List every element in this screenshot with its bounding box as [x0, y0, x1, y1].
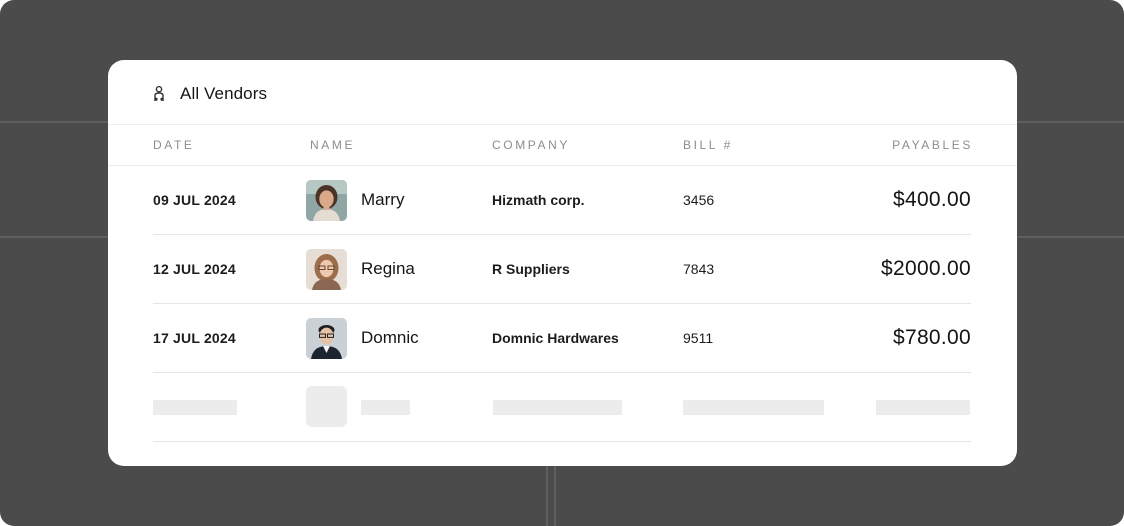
skeleton-row	[153, 373, 971, 442]
column-header-name[interactable]: NAME	[310, 138, 355, 152]
name-cell: Marry	[361, 190, 405, 209]
company-cell: Domnic Hardwares	[492, 330, 619, 346]
skeleton-bill	[683, 400, 824, 415]
payables-cell: $400.00	[892, 188, 971, 211]
table-row[interactable]: 12 JUL 2024 Regina R Suppliers 7843 $200…	[153, 235, 971, 304]
date-cell: 12 JUL 2024	[153, 261, 236, 277]
skeleton-name	[361, 400, 410, 415]
column-header-date[interactable]: DATE	[153, 138, 195, 152]
name-cell: Domnic	[361, 328, 419, 347]
table-row[interactable]: 17 JUL 2024 Domnic Domnic Hardwares 9511…	[153, 304, 971, 373]
column-header-payables[interactable]: PAYABLES	[892, 138, 973, 152]
page-title: All Vendors	[180, 84, 268, 103]
bill-cell: 7843	[683, 261, 715, 277]
skeleton-date	[153, 400, 237, 415]
vendors-icon	[154, 86, 164, 101]
column-header-bill[interactable]: BILL #	[683, 138, 733, 152]
bill-cell: 9511	[683, 330, 714, 346]
avatar	[306, 317, 347, 359]
avatar-cell	[306, 235, 347, 303]
table-row[interactable]: 09 JUL 2024 Marry Hizmath corp. 3456 $40…	[153, 166, 971, 235]
avatar-cell	[306, 166, 347, 234]
company-cell: R Suppliers	[492, 261, 570, 277]
name-cell: Regina	[361, 259, 415, 278]
avatar-cell	[306, 304, 347, 372]
column-header-company[interactable]: COMPANY	[492, 138, 570, 152]
payables-cell: $2000.00	[881, 257, 971, 280]
vendors-card: All Vendors DATE NAME COMPANY BILL # PAY…	[108, 60, 1017, 466]
skeleton-payables	[876, 400, 970, 415]
avatar	[306, 179, 347, 221]
date-cell: 09 JUL 2024	[153, 192, 236, 208]
card-header: All Vendors	[108, 60, 1017, 125]
table-header: DATE NAME COMPANY BILL # PAYABLES	[108, 125, 1017, 166]
payables-cell: $780.00	[892, 326, 971, 349]
vendor-table-body: 09 JUL 2024 Marry Hizmath corp. 3456 $40…	[153, 166, 971, 442]
avatar	[306, 248, 347, 290]
date-cell: 17 JUL 2024	[153, 330, 236, 346]
skeleton-company	[493, 400, 622, 415]
company-cell: Hizmath corp.	[492, 192, 585, 208]
bill-cell: 3456	[683, 192, 715, 208]
skeleton-avatar	[306, 386, 347, 427]
